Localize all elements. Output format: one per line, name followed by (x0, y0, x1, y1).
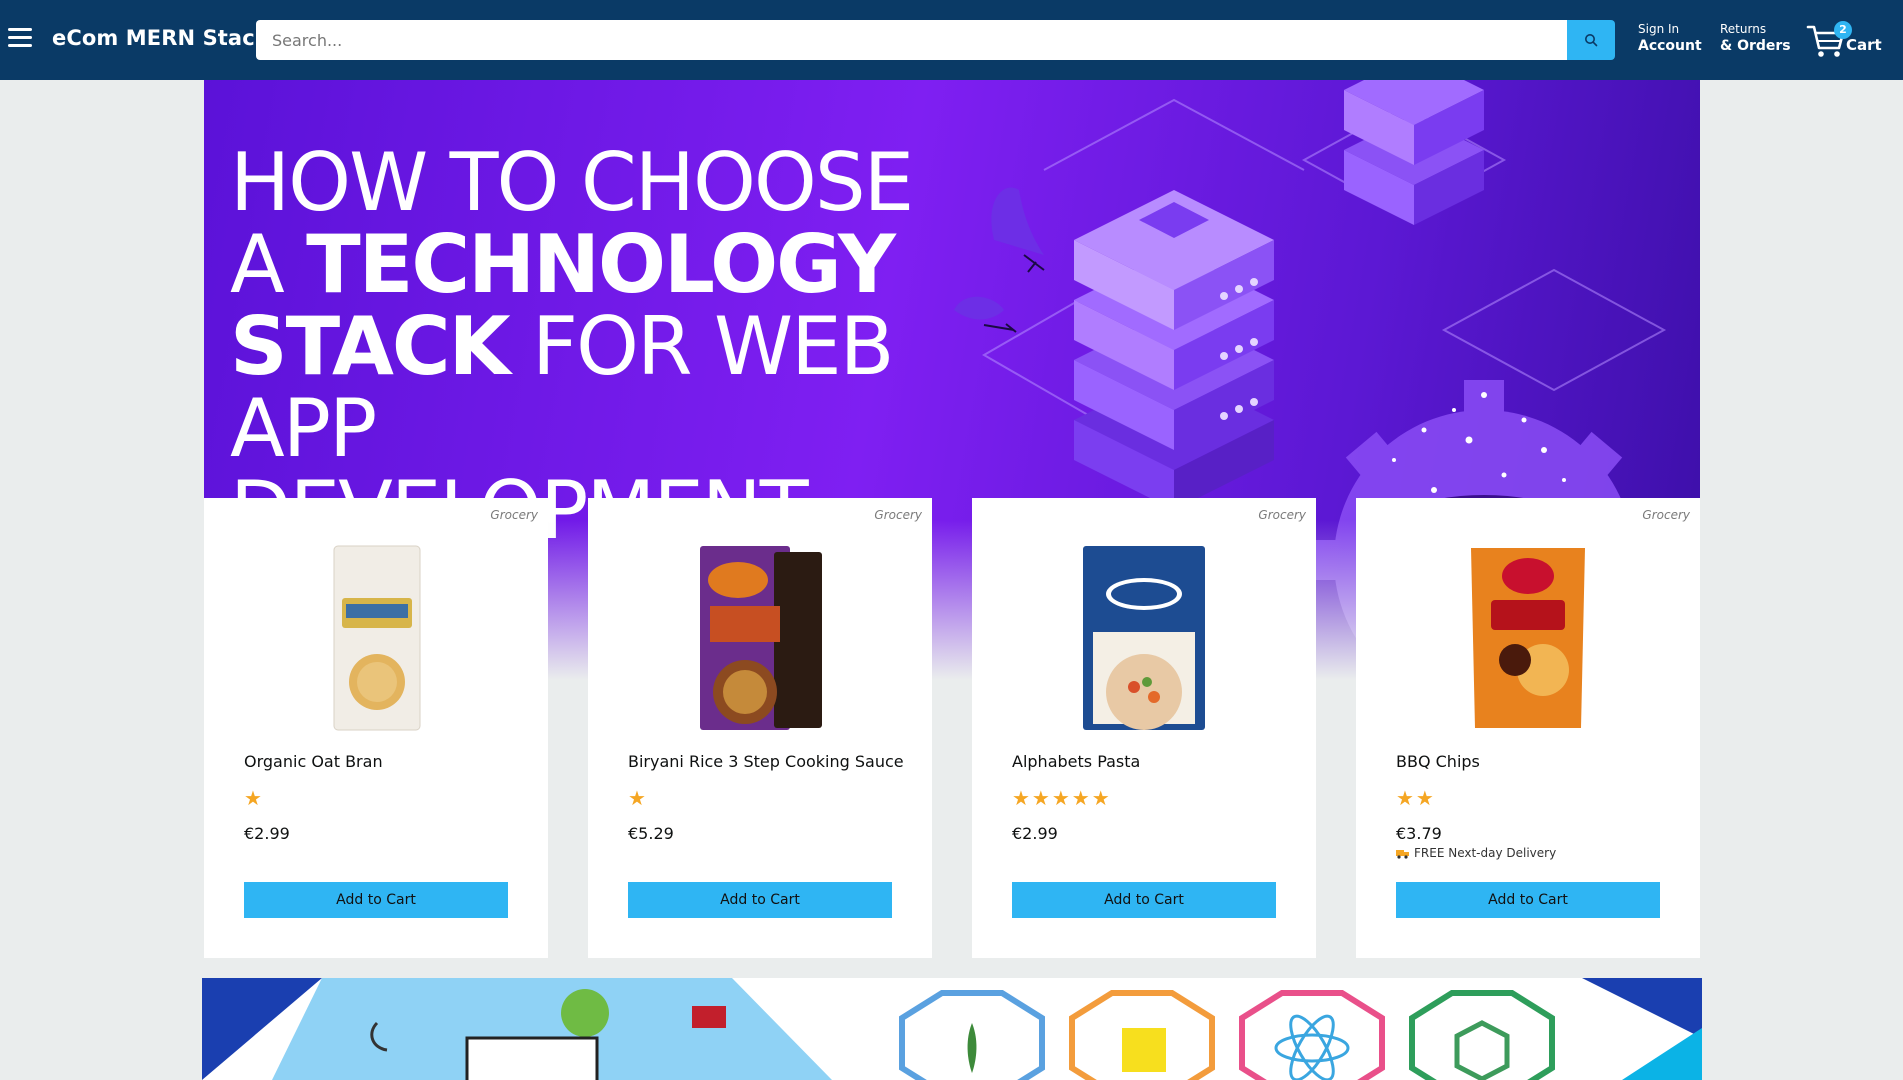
returns-orders-link[interactable]: Returns & Orders (1720, 22, 1791, 55)
delivery-text: FREE Next-day Delivery (1414, 846, 1557, 860)
product-title[interactable]: Biryani Rice 3 Step Cooking Sauce (628, 752, 904, 771)
rating-stars: ★★★★★ (1012, 786, 1112, 810)
cart-button[interactable]: 2 Cart (1806, 18, 1896, 62)
product-price: €5.29 (628, 824, 674, 843)
hero-headline: HOW TO CHOOSE A TECHNOLOGY STACK FOR WEB… (230, 142, 950, 552)
product-title[interactable]: Organic Oat Bran (244, 752, 383, 771)
product-title[interactable]: Alphabets Pasta (1012, 752, 1140, 771)
rating-stars: ★★ (1396, 786, 1436, 810)
product-price: €2.99 (1012, 824, 1058, 843)
product-image-biryani-sauce[interactable] (660, 542, 860, 732)
hero-line-2: A TECHNOLOGY (230, 218, 896, 311)
hero-line-3: STACK FOR WEB (230, 300, 895, 393)
search-input[interactable] (256, 20, 1567, 60)
returns-label: Returns (1720, 22, 1767, 36)
hero-line-1: HOW TO CHOOSE (230, 136, 914, 229)
delivery-truck-icon (1396, 850, 1409, 859)
product-price: €3.79 (1396, 824, 1442, 843)
account-link[interactable]: Sign In Account (1638, 22, 1702, 55)
sign-in-label: Sign In (1638, 22, 1680, 36)
orders-label: & Orders (1720, 38, 1791, 54)
search-button[interactable] (1567, 20, 1615, 60)
hamburger-menu-icon[interactable] (8, 28, 32, 50)
search-icon (1585, 34, 1598, 47)
product-card[interactable]: Grocery BBQ Chips ★★ €3.79 FREE Next-day… (1356, 498, 1700, 958)
add-to-cart-button[interactable]: Add to Cart (628, 882, 892, 918)
search-bar (256, 20, 1615, 60)
product-price: €2.99 (244, 824, 290, 843)
product-image-alphabets-pasta[interactable] (1044, 542, 1244, 732)
product-card[interactable]: Grocery Alphabets Pasta ★★★★★ €2.99 Add … (972, 498, 1316, 958)
add-to-cart-button[interactable]: Add to Cart (244, 882, 508, 918)
add-to-cart-button[interactable]: Add to Cart (1396, 882, 1660, 918)
category-label: Grocery (490, 508, 538, 522)
category-label: Grocery (1258, 508, 1306, 522)
cart-label: Cart (1846, 36, 1882, 54)
category-label: Grocery (1642, 508, 1690, 522)
tech-stack-illustration (202, 978, 1702, 1080)
product-card[interactable]: Grocery Organic Oat Bran ★ €2.99 Add to … (204, 498, 548, 958)
add-to-cart-button[interactable]: Add to Cart (1012, 882, 1276, 918)
delivery-note: FREE Next-day Delivery (1396, 846, 1556, 860)
product-image-oat-bran[interactable] (276, 542, 476, 732)
top-navigation-bar: eCom MERN Stack Sign In Account Returns … (0, 0, 1903, 80)
product-title[interactable]: BBQ Chips (1396, 752, 1480, 771)
account-label: Account (1638, 38, 1702, 54)
tech-stack-banner[interactable] (202, 978, 1702, 1080)
product-image-bbq-chips[interactable] (1428, 542, 1628, 732)
rating-stars: ★ (244, 786, 264, 810)
product-card[interactable]: Grocery Biryani Rice 3 Step Cooking Sauc… (588, 498, 932, 958)
category-label: Grocery (874, 508, 922, 522)
rating-stars: ★ (628, 786, 648, 810)
brand-logo[interactable]: eCom MERN Stack (52, 26, 269, 50)
